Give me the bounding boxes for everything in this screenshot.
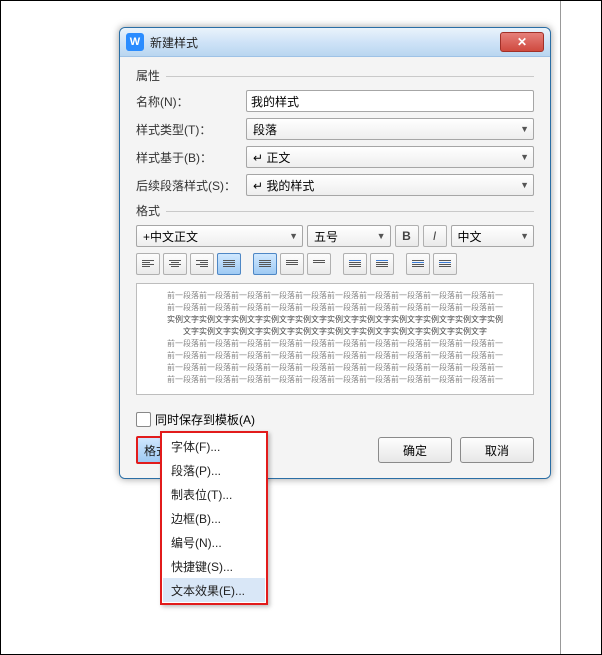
type-value: 段落 (253, 121, 277, 138)
chevron-down-icon: ▼ (520, 152, 529, 162)
type-label: 样式类型(T)： (136, 121, 246, 138)
row-name: 名称(N)： (136, 90, 534, 112)
row-next-paragraph: 后续段落样式(S)： ↵ 我的样式 ▼ (136, 174, 534, 196)
bold-button[interactable]: B (395, 225, 419, 247)
group-format-label: 格式 (136, 202, 160, 221)
linespace-1_5-icon (286, 259, 298, 269)
next-label: 后续段落样式(S)： (136, 177, 246, 194)
linespace-1-icon (259, 259, 271, 269)
row-based-on: 样式基于(B)： ↵ 正文 ▼ (136, 146, 534, 168)
group-format-header: 格式 (136, 202, 534, 221)
close-button[interactable]: ✕ (500, 32, 544, 52)
app-icon: W (126, 33, 144, 51)
chevron-down-icon: ▼ (520, 124, 529, 134)
linespace-1-button[interactable] (253, 253, 277, 275)
chevron-down-icon: ▼ (377, 231, 386, 241)
save-to-template-label: 同时保存到模板(A) (155, 411, 255, 428)
menu-item-numbering[interactable]: 编号(N)... (163, 530, 265, 554)
font-select[interactable]: +中文正文 ▼ (136, 225, 303, 247)
page-guide-line (560, 1, 561, 654)
preview-line: 前一段落前一段落前一段落前一段落前一段落前一段落前一段落前一段落前一段落前一段落… (143, 374, 527, 386)
align-left-button[interactable] (136, 253, 160, 275)
dialog-title: 新建样式 (150, 34, 500, 51)
preview-line: 前一段落前一段落前一段落前一段落前一段落前一段落前一段落前一段落前一段落前一段落… (143, 362, 527, 374)
cancel-button[interactable]: 取消 (460, 437, 534, 463)
linespace-2-button[interactable] (307, 253, 331, 275)
new-style-dialog: W 新建样式 ✕ 属性 名称(N)： 样式类型(T)： 段落 ▼ (119, 27, 551, 479)
next-value: ↵ 我的样式 (253, 177, 314, 194)
align-justify-icon (223, 259, 235, 269)
menu-item-border[interactable]: 边框(B)... (163, 506, 265, 530)
indent-decrease-left-icon (349, 259, 361, 269)
divider (166, 76, 534, 77)
titlebar[interactable]: W 新建样式 ✕ (120, 28, 550, 57)
based-value: ↵ 正文 (253, 149, 290, 166)
font-value: +中文正文 (143, 228, 198, 245)
preview-line: 前一段落前一段落前一段落前一段落前一段落前一段落前一段落前一段落前一段落前一段落… (143, 338, 527, 350)
indent-decrease-left-button[interactable] (343, 253, 367, 275)
format-row-1: +中文正文 ▼ 五号 ▼ B I 中文 ▼ (136, 225, 534, 247)
size-value: 五号 (314, 228, 338, 245)
lang-value: 中文 (458, 228, 482, 245)
preview-line: 前一段落前一段落前一段落前一段落前一段落前一段落前一段落前一段落前一段落前一段落… (143, 302, 527, 314)
preview-line: 前一段落前一段落前一段落前一段落前一段落前一段落前一段落前一段落前一段落前一段落… (143, 290, 527, 302)
menu-item-text-effect[interactable]: 文本效果(E)... (163, 578, 265, 602)
based-label: 样式基于(B)： (136, 149, 246, 166)
align-center-button[interactable] (163, 253, 187, 275)
preview-line: 实例文字实例文字实例文字实例文字实例文字实例文字实例文字实例文字实例文字实例文字… (143, 314, 527, 326)
linespace-2-icon (313, 259, 325, 269)
indent-increase-left-button[interactable] (370, 253, 394, 275)
preview-line: 前一段落前一段落前一段落前一段落前一段落前一段落前一段落前一段落前一段落前一段落… (143, 350, 527, 362)
lang-select[interactable]: 中文 ▼ (451, 225, 535, 247)
next-select[interactable]: ↵ 我的样式 ▼ (246, 174, 534, 196)
italic-button[interactable]: I (423, 225, 447, 247)
preview-box: 前一段落前一段落前一段落前一段落前一段落前一段落前一段落前一段落前一段落前一段落… (136, 283, 534, 395)
align-left-icon (142, 259, 154, 269)
preview-line: 文字实例文字实例文字实例文字实例文字实例文字实例文字实例文字实例文字实例文字 (143, 326, 527, 338)
type-select[interactable]: 段落 ▼ (246, 118, 534, 140)
row-type: 样式类型(T)： 段落 ▼ (136, 118, 534, 140)
group-properties-header: 属性 (136, 67, 534, 86)
menu-item-tabs[interactable]: 制表位(T)... (163, 482, 265, 506)
chevron-down-icon: ▼ (289, 231, 298, 241)
align-center-icon (169, 259, 181, 269)
dialog-body: 属性 名称(N)： 样式类型(T)： 段落 ▼ 样式基于(B)： (120, 57, 550, 478)
chevron-down-icon: ▼ (520, 231, 529, 241)
format-menu-dropdown: 字体(F)... 段落(P)... 制表位(T)... 边框(B)... 编号(… (160, 431, 268, 605)
indent-increase-right-button[interactable] (433, 253, 457, 275)
indent-increase-right-icon (439, 259, 451, 269)
indent-increase-left-icon (376, 259, 388, 269)
menu-item-font[interactable]: 字体(F)... (163, 434, 265, 458)
indent-decrease-right-button[interactable] (406, 253, 430, 275)
name-label: 名称(N)： (136, 93, 246, 110)
size-select[interactable]: 五号 ▼ (307, 225, 391, 247)
align-justify-button[interactable] (217, 253, 241, 275)
save-to-template-row: 同时保存到模板(A) (136, 411, 534, 428)
name-input[interactable] (246, 90, 534, 112)
save-to-template-checkbox[interactable] (136, 412, 151, 427)
format-row-2 (136, 253, 534, 275)
align-right-button[interactable] (190, 253, 214, 275)
divider (166, 211, 534, 212)
menu-item-shortcut[interactable]: 快捷键(S)... (163, 554, 265, 578)
align-right-icon (196, 259, 208, 269)
based-select[interactable]: ↵ 正文 ▼ (246, 146, 534, 168)
indent-decrease-right-icon (412, 259, 424, 269)
group-properties-label: 属性 (136, 67, 160, 86)
close-icon: ✕ (517, 35, 527, 49)
menu-item-paragraph[interactable]: 段落(P)... (163, 458, 265, 482)
linespace-1_5-button[interactable] (280, 253, 304, 275)
chevron-down-icon: ▼ (520, 180, 529, 190)
ok-button[interactable]: 确定 (378, 437, 452, 463)
